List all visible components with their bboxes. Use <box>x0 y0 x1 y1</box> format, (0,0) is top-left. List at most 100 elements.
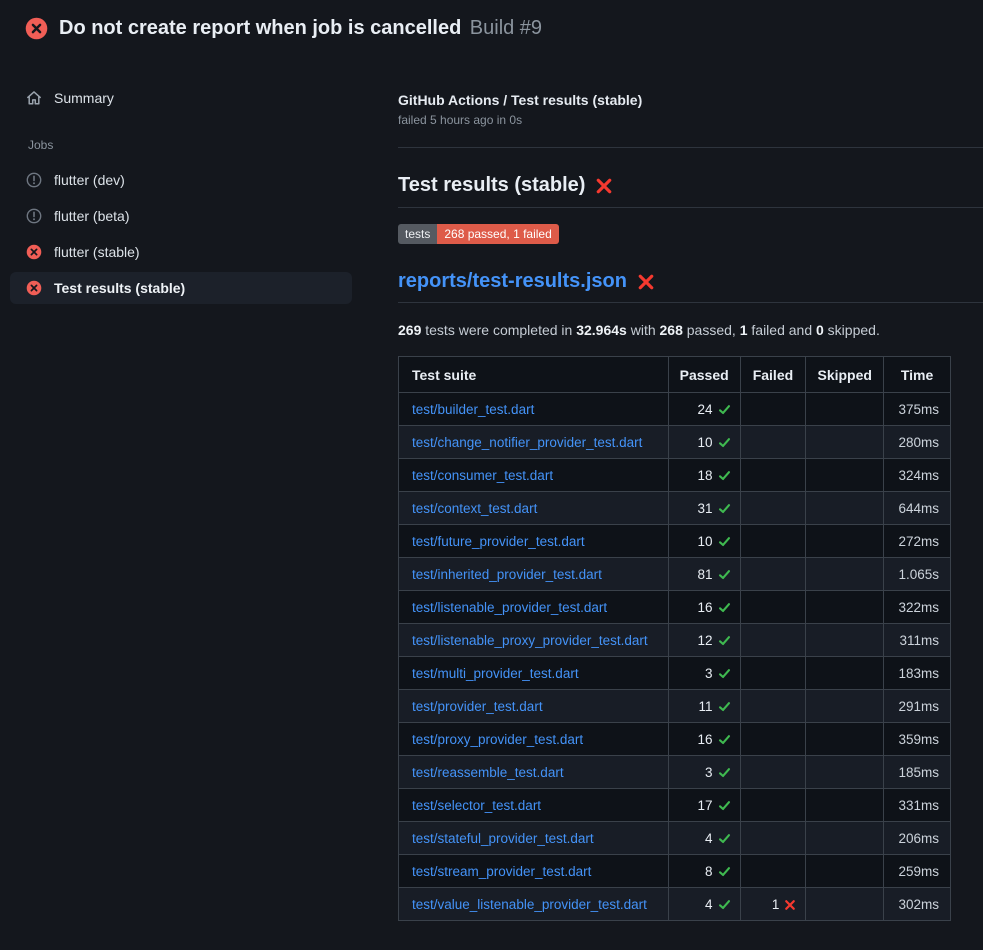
results-table: Test suite Passed Failed Skipped Time te… <box>398 356 951 921</box>
main-content: GitHub Actions / Test results (stable) f… <box>380 56 983 921</box>
summary-line: 269 tests were completed in 32.964s with… <box>398 322 983 338</box>
check-icon <box>718 667 731 680</box>
suite-link[interactable]: test/stream_provider_test.dart <box>412 864 591 879</box>
jobs-list: flutter (dev) flutter (beta) flutter (stab… <box>0 164 380 304</box>
table-row: test/value_listenable_provider_test.dart… <box>399 888 951 921</box>
table-row: test/stream_provider_test.dart8259ms <box>399 855 951 888</box>
suite-link[interactable]: test/selector_test.dart <box>412 798 541 813</box>
failed-cell <box>740 789 806 822</box>
skipped-cell <box>806 426 884 459</box>
time-cell: 324ms <box>884 459 951 492</box>
check-icon <box>718 502 731 515</box>
table-header-row: Test suite Passed Failed Skipped Time <box>399 357 951 393</box>
failed-cell <box>740 492 806 525</box>
suite-link[interactable]: test/change_notifier_provider_test.dart <box>412 435 642 450</box>
neutral-status-icon <box>26 172 42 188</box>
sidebar-item-flutter-dev[interactable]: flutter (dev) <box>10 164 352 196</box>
suite-cell: test/reassemble_test.dart <box>399 756 669 789</box>
suite-link[interactable]: test/provider_test.dart <box>412 699 543 714</box>
skipped-cell <box>806 657 884 690</box>
check-icon <box>718 436 731 449</box>
report-link[interactable]: reports/test-results.json <box>398 270 627 293</box>
table-row: test/context_test.dart31644ms <box>399 492 951 525</box>
table-row: test/inherited_provider_test.dart811.065… <box>399 558 951 591</box>
sidebar-item-flutter-stable[interactable]: flutter (stable) <box>10 236 352 268</box>
passed-cell: 4 <box>668 822 740 855</box>
col-passed: Passed <box>668 357 740 393</box>
sidebar-item-flutter-beta[interactable]: flutter (beta) <box>10 200 352 232</box>
time-cell: 183ms <box>884 657 951 690</box>
suite-link[interactable]: test/listenable_proxy_provider_test.dart <box>412 633 648 648</box>
suite-link[interactable]: test/multi_provider_test.dart <box>412 666 579 681</box>
time-cell: 1.065s <box>884 558 951 591</box>
report-title: reports/test-results.json <box>398 270 983 293</box>
breadcrumb: GitHub Actions / Test results (stable) <box>398 92 983 108</box>
suite-link[interactable]: test/inherited_provider_test.dart <box>412 567 602 582</box>
skipped-cell <box>806 723 884 756</box>
table-body: test/builder_test.dart24375mstest/change… <box>399 393 951 921</box>
suite-cell: test/listenable_proxy_provider_test.dart <box>399 624 669 657</box>
check-icon <box>718 898 731 911</box>
failed-cell <box>740 822 806 855</box>
suite-cell: test/proxy_provider_test.dart <box>399 723 669 756</box>
failed-cell <box>740 459 806 492</box>
failed-cell <box>740 393 806 426</box>
suite-link[interactable]: test/builder_test.dart <box>412 402 534 417</box>
skipped-cell <box>806 558 884 591</box>
time-cell: 291ms <box>884 690 951 723</box>
suite-link[interactable]: test/value_listenable_provider_test.dart <box>412 897 647 912</box>
passed-cell: 16 <box>668 591 740 624</box>
table-row: test/stateful_provider_test.dart4206ms <box>399 822 951 855</box>
check-icon <box>718 535 731 548</box>
failed-cell <box>740 525 806 558</box>
table-row: test/reassemble_test.dart3185ms <box>399 756 951 789</box>
suite-link[interactable]: test/stateful_provider_test.dart <box>412 831 594 846</box>
suite-link[interactable]: test/consumer_test.dart <box>412 468 553 483</box>
suite-cell: test/selector_test.dart <box>399 789 669 822</box>
sidebar-item-test-results-stable[interactable]: Test results (stable) <box>10 272 352 304</box>
skipped-cell <box>806 591 884 624</box>
table-row: test/listenable_provider_test.dart 16 322m… <box>399 591 951 624</box>
failed-x-icon <box>595 177 613 195</box>
x-icon <box>784 899 796 911</box>
failed-cell <box>740 756 806 789</box>
skipped-cell <box>806 822 884 855</box>
failed-cell <box>740 426 806 459</box>
time-cell: 644ms <box>884 492 951 525</box>
time-cell: 185ms <box>884 756 951 789</box>
suite-cell: test/future_provider_test.dart <box>399 525 669 558</box>
col-failed: Failed <box>740 357 806 393</box>
neutral-status-icon <box>26 208 42 224</box>
suite-cell: test/value_listenable_provider_test.dart <box>399 888 669 921</box>
section-title: Test results (stable) <box>398 174 983 197</box>
failed-status-icon <box>26 244 42 260</box>
suite-link[interactable]: test/context_test.dart <box>412 501 537 516</box>
table-row: test/provider_test.dart11291ms <box>399 690 951 723</box>
badge-value: 268 passed, 1 failed <box>437 224 558 244</box>
tests-badge: tests 268 passed, 1 failed <box>398 224 559 244</box>
time-cell: 331ms <box>884 789 951 822</box>
suite-cell: test/inherited_provider_test.dart <box>399 558 669 591</box>
check-icon <box>718 601 731 614</box>
table-row: test/proxy_provider_test.dart16359ms <box>399 723 951 756</box>
passed-cell: 8 <box>668 855 740 888</box>
section-title-text: Test results (stable) <box>398 174 585 197</box>
failed-cell <box>740 591 806 624</box>
sidebar-item-summary[interactable]: Summary <box>10 82 352 114</box>
time-cell: 311ms <box>884 624 951 657</box>
suite-link[interactable]: test/listenable_provider_test.dart <box>412 600 607 615</box>
check-icon <box>718 766 731 779</box>
page-title: Do not create report when job is cancell… <box>59 17 461 39</box>
failed-cell <box>740 690 806 723</box>
header-text: Do not create report when job is cancell… <box>59 17 542 40</box>
check-icon <box>718 634 731 647</box>
suite-cell: test/multi_provider_test.dart <box>399 657 669 690</box>
job-label: flutter (beta) <box>54 208 129 224</box>
job-label: flutter (dev) <box>54 172 125 188</box>
suite-cell: test/context_test.dart <box>399 492 669 525</box>
time-cell: 322ms <box>884 591 951 624</box>
suite-link[interactable]: test/reassemble_test.dart <box>412 765 564 780</box>
suite-link[interactable]: test/future_provider_test.dart <box>412 534 585 549</box>
divider <box>398 207 983 208</box>
suite-link[interactable]: test/proxy_provider_test.dart <box>412 732 583 747</box>
